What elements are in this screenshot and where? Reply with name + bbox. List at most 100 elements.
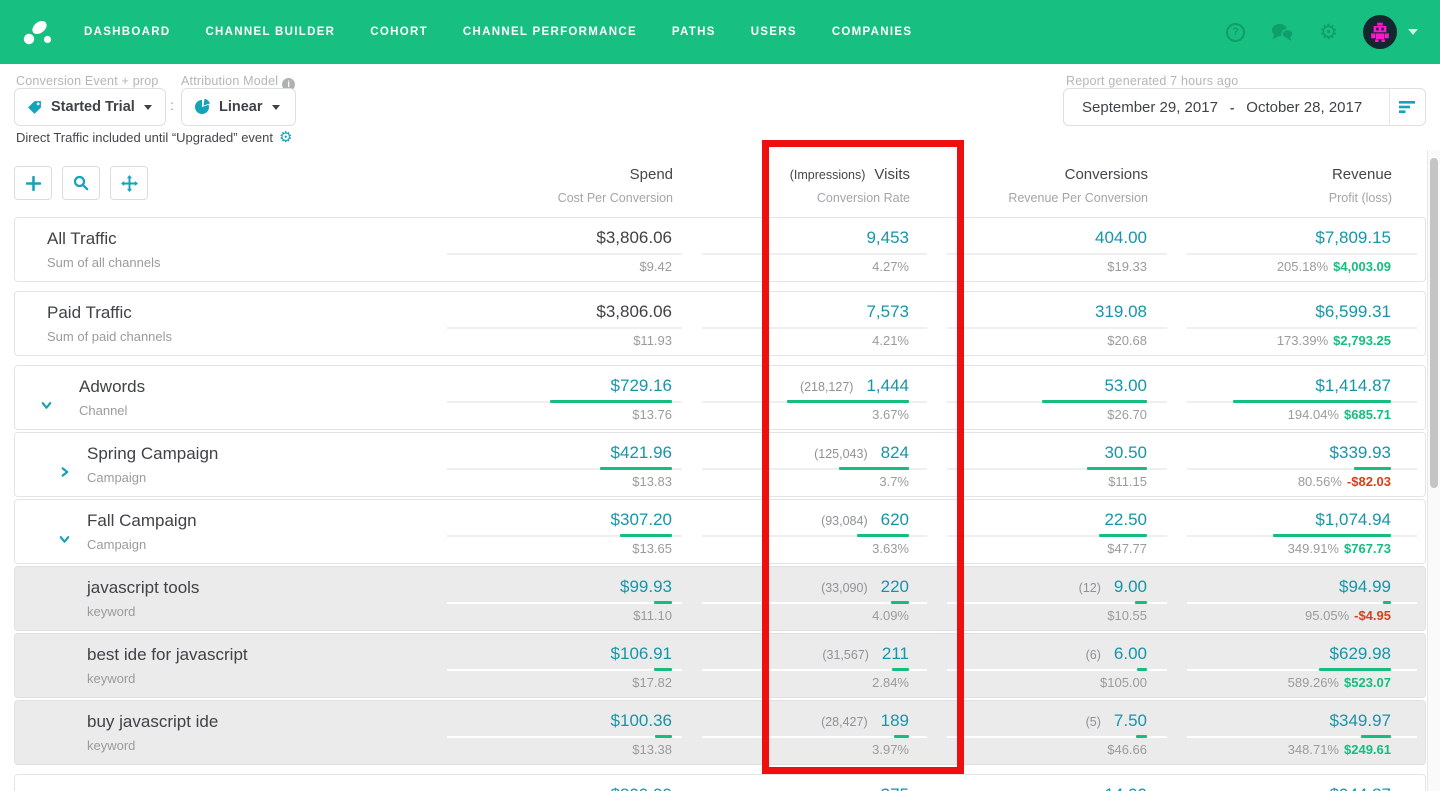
conversions-value: 22.50	[1104, 510, 1147, 530]
conversions-cell: 319.08 $20.68	[935, 292, 1175, 355]
conversions-cell: (5)7.50 $46.66	[935, 701, 1175, 764]
profit-value: $249.61	[1344, 742, 1391, 757]
nav-item-companies[interactable]: COMPANIES	[832, 26, 913, 38]
nav-right-group: ? ⚙	[1226, 15, 1418, 49]
table-row-keyword-best-ide[interactable]: best ide for javascript keyword $106.91 …	[14, 633, 1426, 698]
metric-bar	[1354, 467, 1391, 470]
revenue-cell: $944.87	[1175, 775, 1425, 791]
profit-value: $523.07	[1344, 675, 1391, 690]
table-row-video[interactable]: Video $899.99 375 14.00 $944.87	[14, 774, 1426, 791]
visits-value: 7,573	[866, 302, 909, 322]
conversion-count-badge: (6)	[1086, 648, 1101, 662]
revenue-value: $7,809.15	[1315, 228, 1391, 248]
metric-track	[947, 327, 1167, 329]
metric-bar	[1233, 400, 1391, 403]
cost-per-conversion-value: $11.93	[633, 333, 672, 348]
filter-bar: Conversion Event + prop Attribution Mode…	[0, 64, 1440, 150]
help-icon[interactable]: ?	[1226, 23, 1245, 42]
conversions-cell: 14.00	[935, 775, 1175, 791]
conversions-value: 6.00	[1114, 644, 1147, 664]
profit-pct: 348.71%	[1288, 742, 1339, 757]
conversions-cell: 30.50 $11.15	[935, 433, 1175, 496]
nav-item-users[interactable]: USERS	[751, 26, 797, 38]
user-avatar[interactable]	[1363, 15, 1397, 49]
avatar-robot-icon	[1370, 22, 1390, 42]
spend-value: $99.93	[620, 577, 672, 597]
table-row-adwords[interactable]: Adwords Channel $729.16 $13.76 (218,127)…	[14, 365, 1426, 430]
date-filter-icon[interactable]	[1390, 100, 1425, 114]
spend-cell: $3,806.06 $11.93	[435, 292, 690, 355]
search-button[interactable]	[62, 166, 100, 200]
table-row-keyword-buy-javascript-ide[interactable]: buy javascript ide keyword $100.36 $13.3…	[14, 700, 1426, 765]
column-header-revenue[interactable]: Revenue Profit (loss)	[1176, 166, 1426, 205]
cost-per-conversion-value: $13.65	[632, 541, 672, 556]
table-row-fall-campaign[interactable]: Fall Campaign Campaign $307.20 $13.65 (9…	[14, 499, 1426, 564]
nav-item-channel-builder[interactable]: CHANNEL BUILDER	[205, 26, 335, 38]
revenue-per-conversion-value: $20.68	[1107, 333, 1147, 348]
table-toolbar	[14, 166, 436, 205]
attribution-model-dropdown[interactable]: Linear	[181, 88, 296, 126]
conversion-rate-value: 3.67%	[872, 407, 909, 422]
revenue-per-conversion-value: $10.55	[1107, 608, 1147, 623]
row-subtitle: keyword	[87, 604, 435, 619]
column-header-visits[interactable]: (Impressions)Visits Conversion Rate	[691, 166, 936, 205]
cost-per-conversion-value: $13.76	[632, 407, 672, 422]
table-row-paid-traffic[interactable]: Paid Traffic Sum of paid channels $3,806…	[14, 291, 1426, 356]
nav-item-paths[interactable]: PATHS	[672, 26, 716, 38]
revenue-value: $1,414.87	[1315, 376, 1391, 396]
metric-bar	[894, 735, 909, 738]
conversion-event-value: Started Trial	[51, 99, 135, 115]
profit-pct: 589.26%	[1288, 675, 1339, 690]
column-header-spend[interactable]: Spend Cost Per Conversion	[436, 166, 691, 205]
conversion-event-label: Conversion Event + prop	[16, 74, 159, 88]
account-chevron-down-icon[interactable]	[1408, 29, 1418, 35]
visits-value: 375	[881, 785, 909, 791]
impressions-value: (125,043)	[814, 447, 868, 461]
revenue-per-conversion-value: $105.00	[1100, 675, 1147, 690]
metric-bar	[620, 534, 672, 537]
app-logo-icon[interactable]	[22, 18, 54, 46]
top-nav: DASHBOARD CHANNEL BUILDER COHORT CHANNEL…	[0, 0, 1440, 64]
date-range-picker[interactable]: September 29, 2017 - October 28, 2017	[1063, 88, 1426, 126]
metric-bar	[550, 400, 672, 403]
conversions-value: 404.00	[1095, 228, 1147, 248]
nav-item-channel-performance[interactable]: CHANNEL PERFORMANCE	[463, 26, 637, 38]
scrollbar-thumb[interactable]	[1430, 158, 1438, 488]
table-row-keyword-javascript-tools[interactable]: javascript tools keyword $99.93 $11.10 (…	[14, 566, 1426, 631]
chevron-right-icon[interactable]	[59, 466, 70, 478]
add-button[interactable]	[14, 166, 52, 200]
nav-item-dashboard[interactable]: DASHBOARD	[84, 26, 170, 38]
chevron-down-icon[interactable]	[41, 399, 52, 411]
conversion-event-dropdown[interactable]: Started Trial	[14, 88, 166, 126]
revenue-value: $629.98	[1330, 644, 1391, 664]
revenue-cell: $1,074.94 349.91%$767.73	[1175, 500, 1425, 563]
row-title: Paid Traffic	[47, 303, 435, 323]
metric-bar	[1273, 534, 1391, 537]
spend-value: $899.99	[611, 785, 672, 791]
table-row-all-traffic[interactable]: All Traffic Sum of all channels $3,806.0…	[14, 217, 1426, 282]
metric-bar	[839, 467, 909, 470]
attribution-model-value: Linear	[219, 99, 263, 115]
visits-value: 189	[881, 711, 909, 731]
row-title-cell: Spring Campaign Campaign	[15, 433, 435, 496]
date-range-end: October 28, 2017	[1246, 99, 1362, 116]
profit-value: $2,793.25	[1333, 333, 1391, 348]
profit-value: $767.73	[1344, 541, 1391, 556]
impressions-value: (28,427)	[821, 715, 868, 729]
impressions-value: (93,084)	[821, 514, 868, 528]
table-row-spring-campaign[interactable]: Spring Campaign Campaign $421.96 $13.83 …	[14, 432, 1426, 497]
row-title: javascript tools	[87, 578, 435, 598]
nav-item-cohort[interactable]: COHORT	[370, 26, 428, 38]
visits-value: 824	[881, 443, 909, 463]
settings-gear-icon[interactable]: ⚙	[1319, 22, 1338, 43]
chevron-down-icon[interactable]	[59, 533, 70, 545]
spend-value: $106.91	[611, 644, 672, 664]
metric-track	[702, 327, 927, 329]
column-header-conversions[interactable]: Conversions Revenue Per Conversion	[936, 166, 1176, 205]
chat-icon[interactable]	[1270, 22, 1294, 42]
note-gear-icon[interactable]: ⚙	[279, 130, 292, 145]
revenue-cell: $339.93 80.56%-$82.03	[1175, 433, 1425, 496]
metric-bar	[1087, 467, 1147, 470]
move-button[interactable]	[110, 166, 148, 200]
metric-bar	[891, 601, 909, 604]
